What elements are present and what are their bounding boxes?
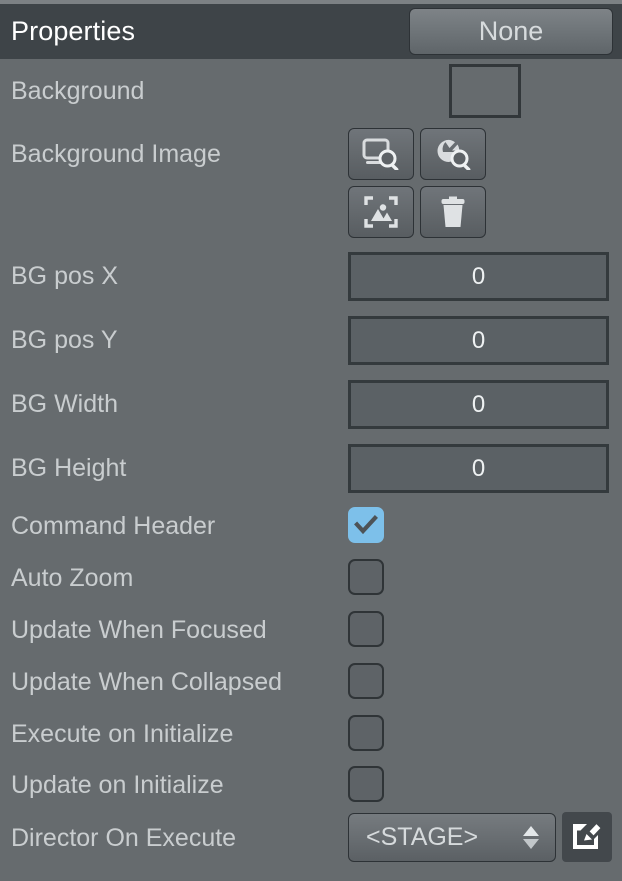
auto-zoom-checkbox[interactable] bbox=[348, 559, 384, 595]
chevron-up-icon bbox=[523, 826, 539, 836]
row-background: Background bbox=[0, 64, 622, 118]
update-when-focused-label: Update When Focused bbox=[11, 615, 267, 644]
bg-pos-x-label: BG pos X bbox=[11, 262, 118, 290]
chevron-down-icon bbox=[523, 839, 539, 849]
row-update-on-initialize: Update on Initialize bbox=[0, 767, 622, 803]
auto-zoom-label: Auto Zoom bbox=[11, 563, 134, 592]
bg-height-input[interactable]: 0 bbox=[348, 444, 609, 493]
row-background-image: Background Image bbox=[0, 128, 622, 180]
update-when-collapsed-checkbox[interactable] bbox=[348, 663, 384, 699]
trash-icon bbox=[439, 195, 467, 229]
edit-director-button[interactable] bbox=[562, 812, 612, 862]
background-label: Background bbox=[11, 76, 145, 105]
none-button[interactable]: None bbox=[409, 8, 613, 55]
bg-width-label: BG Width bbox=[11, 390, 118, 418]
director-on-execute-label: Director On Execute bbox=[11, 823, 237, 852]
delete-background-image-button[interactable] bbox=[420, 186, 486, 238]
globe-search-icon bbox=[434, 138, 472, 170]
update-when-collapsed-label: Update When Collapsed bbox=[11, 667, 282, 696]
command-header-checkbox[interactable] bbox=[348, 507, 384, 543]
execute-on-initialize-label: Execute on Initialize bbox=[11, 719, 234, 748]
background-image-label: Background Image bbox=[11, 139, 221, 168]
bg-pos-x-input[interactable]: 0 bbox=[348, 252, 609, 301]
update-on-initialize-label: Update on Initialize bbox=[11, 770, 224, 799]
browse-web-button[interactable] bbox=[420, 128, 486, 180]
background-color-swatch[interactable] bbox=[449, 64, 521, 118]
browse-screen-icon bbox=[362, 138, 400, 170]
director-on-execute-dropdown[interactable]: <STAGE> bbox=[348, 813, 556, 862]
update-when-focused-checkbox[interactable] bbox=[348, 611, 384, 647]
command-header-label: Command Header bbox=[11, 511, 216, 540]
stepper-arrows-icon bbox=[523, 826, 539, 849]
director-on-execute-value: <STAGE> bbox=[366, 823, 479, 851]
browse-screen-button[interactable] bbox=[348, 128, 414, 180]
fit-image-button[interactable] bbox=[348, 186, 414, 238]
row-update-when-focused: Update When Focused bbox=[0, 612, 622, 648]
check-icon bbox=[354, 515, 378, 535]
edit-pencil-icon bbox=[570, 818, 604, 857]
bg-width-input[interactable]: 0 bbox=[348, 380, 609, 429]
bg-height-label: BG Height bbox=[11, 454, 127, 482]
bg-pos-y-label: BG pos Y bbox=[11, 326, 118, 354]
fit-image-icon bbox=[364, 196, 398, 228]
panel-title: Properties bbox=[11, 16, 136, 46]
properties-panel: Properties None Background Background Im… bbox=[0, 0, 622, 881]
row-command-header: Command Header bbox=[0, 508, 622, 544]
row-execute-on-initialize: Execute on Initialize bbox=[0, 716, 622, 752]
row-update-when-collapsed: Update When Collapsed bbox=[0, 664, 622, 700]
execute-on-initialize-checkbox[interactable] bbox=[348, 715, 384, 751]
bg-pos-y-input[interactable]: 0 bbox=[348, 316, 609, 365]
row-auto-zoom: Auto Zoom bbox=[0, 560, 622, 596]
update-on-initialize-checkbox[interactable] bbox=[348, 766, 384, 802]
